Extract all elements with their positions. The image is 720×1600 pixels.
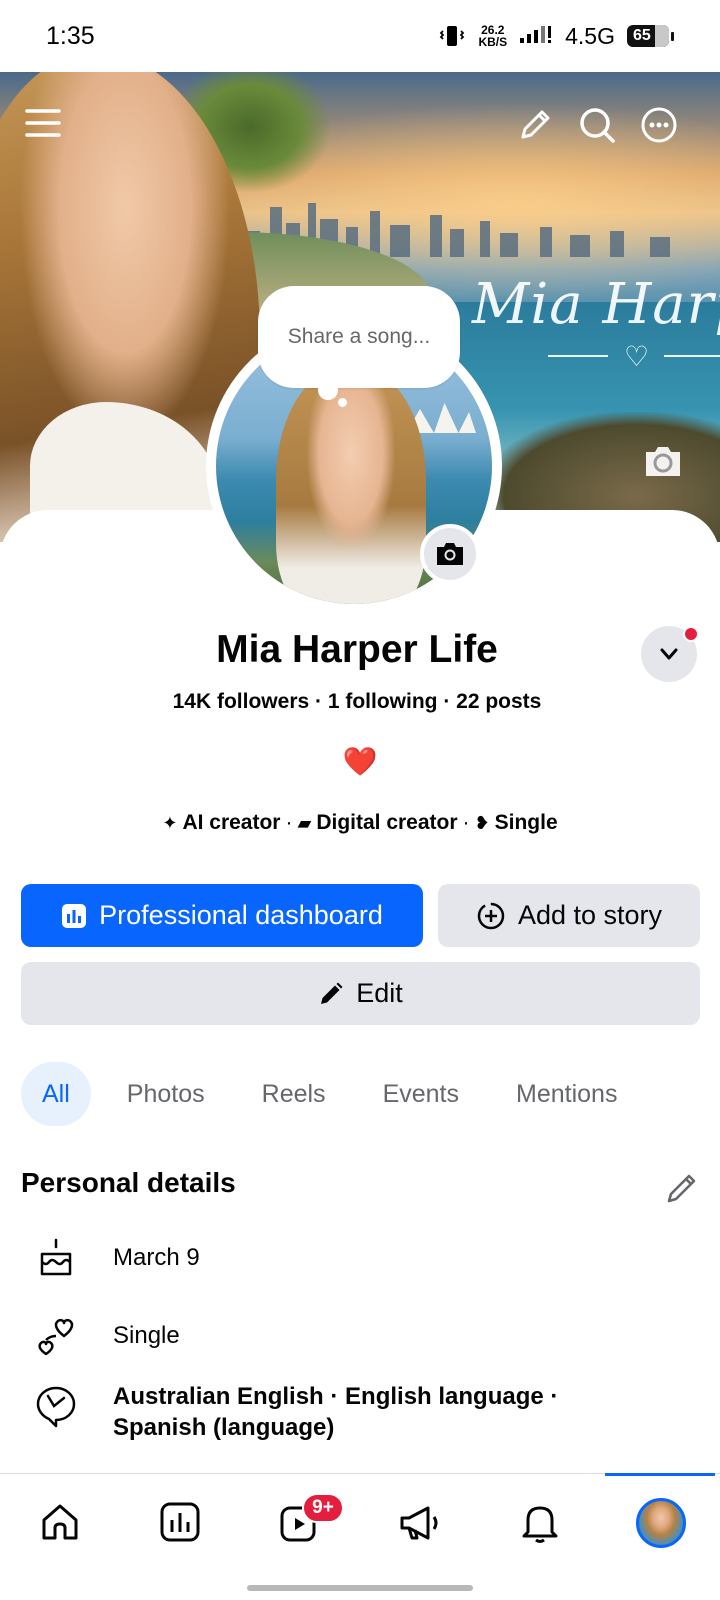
network-type: 4.5G [565,22,615,49]
battery-icon: 65 [627,25,674,47]
vibrate-icon [440,26,465,46]
video-notification-badge: 9+ [302,1493,344,1523]
tab-mentions[interactable]: Mentions [495,1062,638,1126]
bottom-navigation [0,1473,720,1600]
battery-level: 65 [633,27,651,44]
network-speed: 26.2 KB/S [478,24,507,48]
edit-label: Edit [356,978,403,1008]
cover-camera-icon[interactable] [640,442,686,482]
add-to-story-label: Add to story [517,900,663,930]
profile-bio: ❤️ [342,746,378,777]
profile-stats[interactable]: 14K followers · 1 following · 22 posts [0,690,714,714]
detail-birthday: March 9 [0,1236,720,1280]
share-song-bubble[interactable]: Share a song... [258,286,460,388]
status-bar: 1:35 26.2 KB/S 4.5G 65 [0,0,720,72]
clapperboard-icon: ▰ [297,812,312,833]
hearts-icon: ❥ [474,812,490,833]
relationship-text: Single [113,1322,180,1349]
notification-dot [683,626,699,642]
pencil-icon[interactable] [512,102,558,148]
menu-icon[interactable] [20,100,66,146]
birthday-text: March 9 [113,1244,200,1271]
cover-heart-decoration: ♡ [548,342,720,372]
edit-details-pencil-icon[interactable] [664,1170,700,1206]
professional-dashboard-button[interactable]: Professional dashboard [21,884,423,947]
profile-name: Mia Harper Life [216,628,498,671]
professional-dashboard-label: Professional dashboard [99,900,383,930]
bell-icon[interactable] [516,1498,564,1546]
tab-events[interactable]: Events [362,1062,480,1126]
add-story-icon [477,902,505,929]
status-time: 1:35 [46,21,95,50]
profile-categories: ✦ AI creator · ▰ Digital creator · ❥ Sin… [162,811,558,834]
edit-profile-button[interactable]: Edit [21,962,700,1025]
tab-photos[interactable]: Photos [106,1062,226,1126]
speech-bubbles-icon [36,1386,76,1428]
sparkle-icon: ✦ [162,812,178,833]
search-icon[interactable] [574,102,620,148]
home-indicator [247,1585,473,1591]
dashboard-chart-icon [62,903,87,928]
category-ai-creator: AI creator [182,811,281,834]
profile-camera-icon[interactable] [420,524,480,584]
more-options-icon[interactable] [636,102,682,148]
profile-avatar[interactable] [636,1498,686,1548]
home-icon[interactable] [36,1498,84,1546]
megaphone-icon[interactable] [396,1498,444,1546]
bubble-tail [318,380,338,400]
personal-details-title: Personal details [21,1167,236,1198]
dashboard-icon[interactable] [156,1498,204,1546]
nav-active-indicator [605,1473,715,1476]
detail-relationship: Single [0,1314,720,1358]
status-indicators: 26.2 KB/S 4.5G 65 [438,23,674,50]
chevron-down-icon [660,648,678,660]
languages-text: Australian English · English language · … [113,1383,559,1441]
tab-reels[interactable]: Reels [241,1062,347,1126]
category-digital-creator: Digital creator [316,811,458,834]
bubble-tail-small [338,398,347,407]
relationship-hearts-icon [38,1318,74,1356]
tab-all[interactable]: All [21,1062,91,1126]
add-to-story-button[interactable]: Add to story [438,884,700,947]
pencil-icon [321,982,343,1004]
birthday-cake-icon [40,1238,72,1276]
share-song-placeholder: Share a song... [287,325,431,348]
detail-languages: Australian English · English language · … [0,1383,720,1446]
category-single: Single [494,811,558,834]
speed-unit: KB/S [478,35,508,49]
signal-icon [520,26,552,43]
cover-script-text: Mia Harper [472,272,720,337]
profile-tabs: All Photos Reels Events Mentions [21,1062,653,1126]
